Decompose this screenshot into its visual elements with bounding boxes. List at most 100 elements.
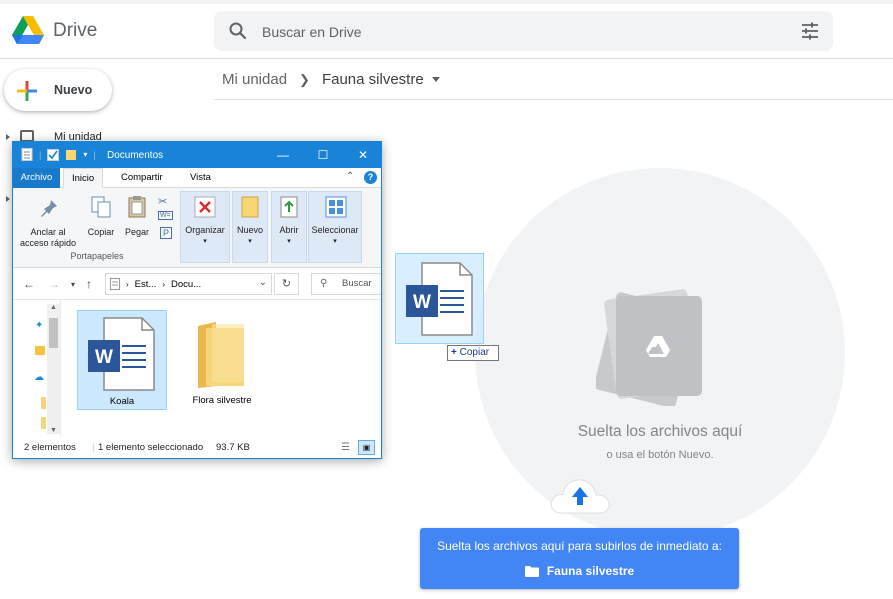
new-button[interactable]: Nuevo bbox=[4, 69, 112, 111]
address-dropdown-icon[interactable]: ⌄ bbox=[259, 277, 267, 288]
status-bar: 2 elementos | 1 elemento seleccionado 93… bbox=[13, 437, 381, 458]
copy-icon bbox=[91, 196, 111, 218]
drop-zone-title: Suelta los archivos aquí bbox=[577, 423, 743, 440]
tab-share[interactable]: Compartir bbox=[113, 168, 171, 188]
documents-small-icon bbox=[110, 278, 120, 290]
breadcrumb-root[interactable]: Mi unidad bbox=[222, 71, 287, 88]
copy-path-icon[interactable]: W= bbox=[158, 211, 173, 220]
file-name: Koala bbox=[109, 396, 135, 407]
collapse-ribbon-icon[interactable]: ⌃ bbox=[346, 171, 354, 182]
cut-icon[interactable]: ✂ bbox=[158, 195, 167, 208]
address-bar[interactable]: › Est... › Docu... ⌄ bbox=[105, 273, 272, 295]
brand-name: Drive bbox=[53, 20, 98, 41]
top-strip bbox=[0, 0, 893, 4]
filter-options-icon[interactable] bbox=[801, 22, 819, 40]
organize-icon bbox=[194, 196, 216, 218]
paste-shortcut-icon[interactable]: P bbox=[160, 227, 173, 239]
navigation-pane[interactable]: ✦ ☁ ▲ ▼ bbox=[13, 300, 61, 438]
address-segment-1[interactable]: Est... bbox=[135, 279, 157, 290]
svg-text:W: W bbox=[95, 347, 113, 368]
organize-button[interactable]: Organizar bbox=[181, 225, 229, 235]
word-document-icon: W bbox=[406, 262, 473, 336]
library-icon[interactable] bbox=[35, 346, 45, 355]
select-icon bbox=[325, 196, 347, 218]
organize-group[interactable]: Organizar ▾ bbox=[180, 191, 230, 263]
explorer-titlebar[interactable]: | ▾ | Documentos — ☐ ✕ bbox=[13, 142, 381, 168]
chevron-right-icon: ❯ bbox=[299, 71, 310, 87]
new-button-explorer[interactable]: Nuevo bbox=[233, 225, 267, 235]
folder-small-icon[interactable] bbox=[41, 397, 46, 409]
documents-icon bbox=[21, 148, 33, 161]
recent-locations-icon[interactable]: ▾ bbox=[71, 280, 75, 289]
expand-arrow-icon[interactable] bbox=[6, 134, 10, 140]
new-folder-quick-icon[interactable] bbox=[65, 149, 77, 161]
help-icon[interactable]: ? bbox=[364, 171, 377, 184]
folder-name: Flora silvestre bbox=[192, 395, 252, 406]
selection-size: 93.7 KB bbox=[216, 442, 250, 453]
folder-small-icon[interactable] bbox=[41, 417, 46, 429]
close-icon[interactable]: ✕ bbox=[343, 142, 381, 168]
file-view[interactable]: ✦ ☁ ▲ ▼ W Koala Flora silvestre bbox=[13, 299, 381, 438]
clipboard-group-label: Portapapeles bbox=[70, 251, 124, 261]
banner-message: Suelta los archivos aquí para subirlos d… bbox=[437, 539, 722, 553]
breadcrumb: Mi unidad ❯ Fauna silvestre bbox=[222, 71, 440, 88]
upload-destination-banner: Suelta los archivos aquí para subirlos d… bbox=[420, 528, 739, 589]
header-divider bbox=[0, 58, 893, 59]
drag-copy-tooltip: + Copiar bbox=[447, 345, 499, 361]
explorer-search-box[interactable]: ⚲ Buscar en bbox=[311, 273, 381, 309]
new-item-icon bbox=[241, 196, 259, 218]
banner-folder-row: Fauna silvestre bbox=[420, 564, 739, 578]
plus-icon bbox=[17, 81, 37, 101]
item-count: 2 elementos bbox=[24, 442, 76, 453]
minimize-icon[interactable]: — bbox=[263, 142, 303, 168]
ribbon-tabs: Archivo Inicio Compartir Vista ⌃ ? bbox=[13, 168, 381, 188]
folder-icon bbox=[198, 322, 244, 388]
folder-item-flora-silvestre[interactable]: Flora silvestre bbox=[178, 310, 268, 410]
tab-home[interactable]: Inicio bbox=[63, 168, 104, 188]
copy-button[interactable]: Copiar bbox=[85, 227, 117, 237]
paste-icon bbox=[128, 196, 146, 218]
details-view-icon[interactable]: ☰ bbox=[341, 442, 350, 453]
breadcrumb-current[interactable]: Fauna silvestre bbox=[322, 71, 424, 88]
open-button[interactable]: Abrir bbox=[272, 225, 306, 235]
select-group[interactable]: Seleccionar ▾ bbox=[308, 191, 362, 263]
tab-file[interactable]: Archivo bbox=[13, 168, 60, 188]
search-bar[interactable] bbox=[214, 11, 833, 51]
expand-arrow-icon[interactable] bbox=[6, 196, 10, 202]
file-item-koala[interactable]: W Koala bbox=[77, 310, 167, 410]
nav-pane-scrollbar[interactable]: ▲ ▼ bbox=[47, 304, 60, 434]
dragged-file[interactable]: W bbox=[395, 253, 484, 344]
forward-arrow-icon[interactable]: → bbox=[48, 277, 60, 291]
quick-access-pin-icon[interactable]: ✦ bbox=[35, 320, 43, 331]
properties-check-icon[interactable] bbox=[47, 148, 60, 161]
select-button[interactable]: Seleccionar bbox=[309, 225, 361, 235]
address-segment-2[interactable]: Docu... bbox=[171, 279, 201, 290]
customize-toolbar-icon[interactable]: ▾ bbox=[83, 150, 87, 159]
search-input[interactable] bbox=[262, 21, 762, 43]
open-group[interactable]: Abrir ▾ bbox=[271, 191, 307, 263]
window-title: Documentos bbox=[107, 150, 164, 161]
up-arrow-icon[interactable]: ↑ bbox=[86, 277, 92, 291]
ribbon: Anclar al acceso rápido Copiar Pegar ✂ W… bbox=[13, 188, 381, 268]
explorer-window[interactable]: | ▾ | Documentos — ☐ ✕ Archivo Inicio Co… bbox=[12, 141, 382, 459]
refresh-icon[interactable]: ↻ bbox=[274, 273, 299, 295]
quick-access-toolbar: | ▾ | bbox=[21, 148, 96, 161]
paste-button[interactable]: Pegar bbox=[121, 227, 153, 237]
word-document-icon: W bbox=[88, 317, 155, 391]
drop-zone-subtitle: o usa el botón Nuevo. bbox=[606, 449, 714, 461]
drive-files-illustration-icon bbox=[596, 289, 702, 406]
back-arrow-icon[interactable]: ← bbox=[23, 277, 35, 291]
new-button-label: Nuevo bbox=[54, 83, 93, 97]
pin-quick-access-button[interactable]: Anclar al acceso rápido bbox=[17, 227, 79, 249]
caret-down-icon[interactable] bbox=[431, 77, 440, 82]
large-icons-view-icon[interactable]: ▣ bbox=[358, 440, 375, 455]
selection-info: 1 elemento seleccionado bbox=[98, 442, 204, 453]
search-icon[interactable] bbox=[228, 21, 248, 41]
banner-folder-name: Fauna silvestre bbox=[546, 564, 635, 578]
drive-logo-icon[interactable] bbox=[12, 16, 44, 45]
onedrive-icon[interactable]: ☁ bbox=[34, 372, 44, 383]
tab-view[interactable]: Vista bbox=[182, 168, 219, 188]
new-group[interactable]: Nuevo ▾ bbox=[232, 191, 268, 263]
svg-text:W: W bbox=[413, 292, 431, 313]
maximize-icon[interactable]: ☐ bbox=[303, 142, 343, 168]
